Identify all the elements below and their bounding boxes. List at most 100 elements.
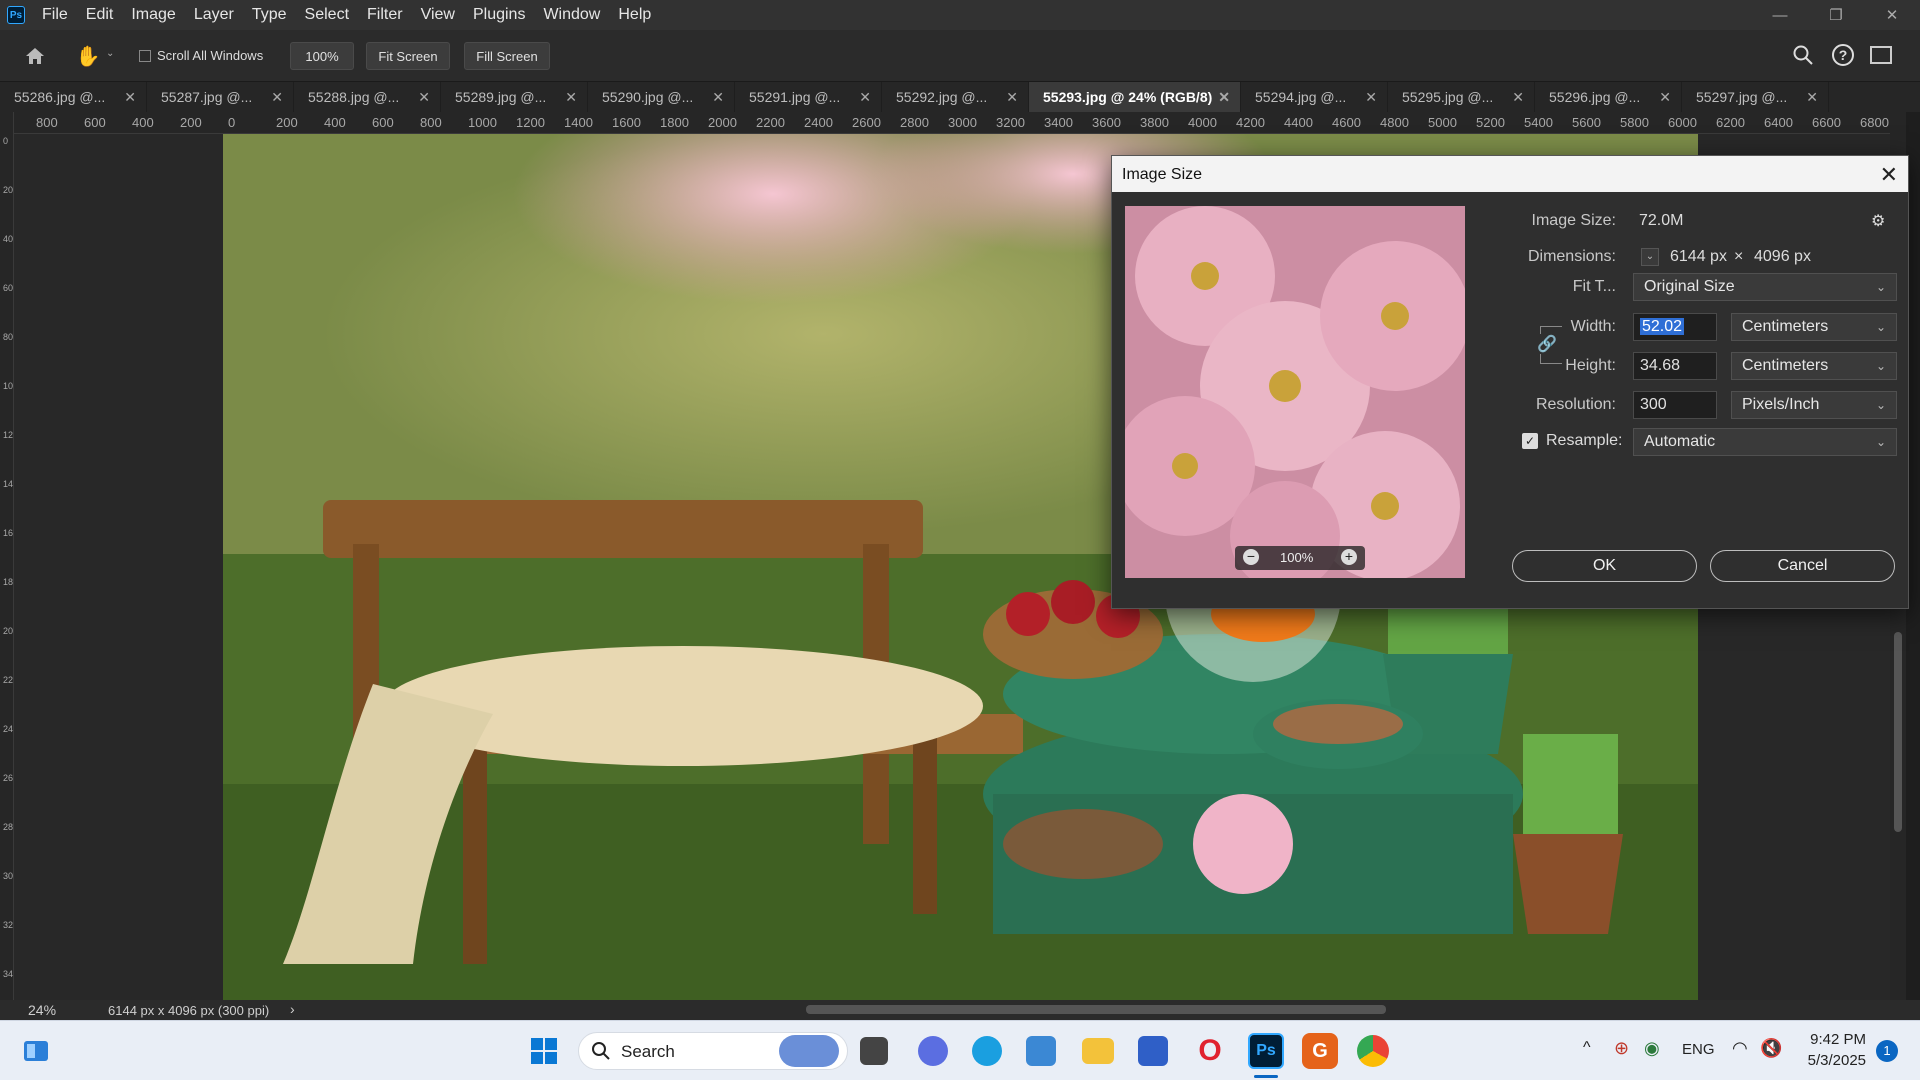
hand-tool-icon[interactable]: ✋: [74, 42, 102, 70]
hruler-tick-label: 4800: [1380, 115, 1409, 130]
chevron-up-icon[interactable]: ^: [1583, 1039, 1591, 1057]
chevron-down-icon[interactable]: ⌄: [106, 48, 114, 59]
menu-help[interactable]: Help: [609, 6, 660, 24]
help-icon[interactable]: ?: [1832, 44, 1854, 66]
menu-filter[interactable]: Filter: [358, 6, 412, 24]
search-icon[interactable]: [1792, 44, 1814, 72]
home-icon[interactable]: [20, 42, 50, 70]
task-view-icon[interactable]: [860, 1037, 888, 1065]
notification-badge[interactable]: 1: [1876, 1040, 1898, 1062]
zoom-out-icon[interactable]: −: [1243, 549, 1259, 565]
tab-close-icon[interactable]: ✕: [859, 89, 871, 106]
resolution-input[interactable]: 300: [1633, 391, 1717, 419]
cancel-button[interactable]: Cancel: [1710, 550, 1895, 582]
fit-to-select[interactable]: Original Size ⌄: [1633, 273, 1897, 301]
workspace-icon[interactable]: [1870, 46, 1892, 64]
resample-select[interactable]: Automatic ⌄: [1633, 428, 1897, 456]
constrain-link-icon[interactable]: 🔗: [1537, 334, 1557, 354]
tab-55293-active[interactable]: 55293.jpg @ 24% (RGB/8) ✕: [1029, 82, 1241, 112]
chrome-icon[interactable]: [1357, 1035, 1389, 1067]
tab-close-icon[interactable]: ✕: [1806, 89, 1818, 106]
tab-55289[interactable]: 55289.jpg @... ✕: [441, 82, 588, 112]
tab-label: 55288.jpg @...: [308, 89, 400, 105]
language-indicator[interactable]: ENG: [1682, 1041, 1715, 1058]
dimensions-unit-chevron-icon[interactable]: ⌄: [1641, 248, 1659, 266]
tab-55291[interactable]: 55291.jpg @... ✕: [735, 82, 882, 112]
status-chevron-icon[interactable]: ›: [290, 1001, 295, 1017]
document-info[interactable]: 6144 px x 4096 px (300 ppi): [108, 1003, 269, 1018]
gear-icon[interactable]: ⚙: [1871, 211, 1885, 231]
search-box[interactable]: Search: [578, 1032, 848, 1070]
windows-start-icon[interactable]: [526, 1033, 562, 1069]
tab-55290[interactable]: 55290.jpg @... ✕: [588, 82, 735, 112]
menu-image[interactable]: Image: [122, 6, 184, 24]
restore-icon[interactable]: ❐: [1808, 0, 1864, 30]
minimize-icon[interactable]: —: [1752, 0, 1808, 30]
tab-close-icon[interactable]: ✕: [1365, 89, 1377, 106]
snipping-tool-icon[interactable]: [1026, 1036, 1056, 1066]
zoom-100-button[interactable]: 100%: [290, 42, 354, 70]
volume-muted-icon[interactable]: 🔇: [1760, 1038, 1782, 1059]
tab-close-icon[interactable]: ✕: [1659, 89, 1671, 106]
tab-55297[interactable]: 55297.jpg @... ✕: [1682, 82, 1829, 112]
menu-file[interactable]: File: [33, 6, 77, 24]
horizontal-ruler[interactable]: 800 600 400 200 0 200 400 600 800 1000 1200 1400 160…: [14, 112, 1890, 134]
menu-plugins[interactable]: Plugins: [464, 6, 534, 24]
widgets-icon[interactable]: [18, 1033, 54, 1069]
vpn-icon[interactable]: ⊕: [1614, 1038, 1629, 1059]
horizontal-scroll-thumb[interactable]: [806, 1005, 1386, 1014]
clock-date[interactable]: 5/3/2025: [1796, 1052, 1866, 1069]
zoom-level[interactable]: 24%: [28, 1002, 56, 1018]
tab-close-icon[interactable]: ✕: [1512, 89, 1524, 106]
wifi-icon[interactable]: ◠: [1732, 1038, 1748, 1059]
tab-close-icon[interactable]: ✕: [1006, 89, 1018, 106]
height-unit-select[interactable]: Centimeters ⌄: [1731, 352, 1897, 380]
preview-image[interactable]: − 100% +: [1125, 206, 1465, 578]
tab-55288[interactable]: 55288.jpg @... ✕: [294, 82, 441, 112]
tab-55287[interactable]: 55287.jpg @... ✕: [147, 82, 294, 112]
tray-app-icon[interactable]: ◉: [1644, 1038, 1660, 1059]
search-highlight-image: [779, 1035, 839, 1067]
photoshop-taskbar-icon[interactable]: Ps: [1248, 1033, 1284, 1069]
resolution-unit-select[interactable]: Pixels/Inch ⌄: [1731, 391, 1897, 419]
photoshop-app-icon[interactable]: Ps: [7, 6, 25, 24]
g-app-icon[interactable]: G: [1302, 1033, 1338, 1069]
fit-screen-button[interactable]: Fit Screen: [366, 42, 450, 70]
menu-layer[interactable]: Layer: [185, 6, 243, 24]
clock-time[interactable]: 9:42 PM: [1806, 1031, 1866, 1048]
file-explorer-icon[interactable]: [1082, 1038, 1114, 1064]
scroll-all-checkbox[interactable]: [139, 50, 151, 62]
menu-view[interactable]: View: [412, 6, 464, 24]
vertical-ruler[interactable]: 0 200 400 600 800 1000 1200 1400 1600 1800 2000 220…: [0, 112, 14, 1000]
tab-close-icon[interactable]: ✕: [418, 89, 430, 106]
chat-app-icon[interactable]: [918, 1036, 948, 1066]
width-unit-select[interactable]: Centimeters ⌄: [1731, 313, 1897, 341]
edge-browser-icon[interactable]: [972, 1036, 1002, 1066]
resample-checkbox[interactable]: ✓: [1522, 433, 1538, 449]
opera-icon[interactable]: O: [1192, 1033, 1228, 1069]
tab-55295[interactable]: 55295.jpg @... ✕: [1388, 82, 1535, 112]
scroll-thumb[interactable]: [1894, 632, 1902, 832]
zoom-in-icon[interactable]: +: [1341, 549, 1357, 565]
close-window-icon[interactable]: ✕: [1864, 0, 1920, 30]
height-input[interactable]: 34.68: [1633, 352, 1717, 380]
menu-window[interactable]: Window: [534, 6, 609, 24]
menu-type[interactable]: Type: [243, 6, 296, 24]
ok-button[interactable]: OK: [1512, 550, 1697, 582]
fill-screen-button[interactable]: Fill Screen: [464, 42, 550, 70]
tab-close-icon[interactable]: ✕: [124, 89, 136, 106]
store-icon[interactable]: [1138, 1036, 1168, 1066]
menu-select[interactable]: Select: [296, 6, 358, 24]
tab-55296[interactable]: 55296.jpg @... ✕: [1535, 82, 1682, 112]
tab-close-icon[interactable]: ✕: [565, 89, 577, 106]
tab-label: 55295.jpg @...: [1402, 89, 1494, 105]
tab-close-icon[interactable]: ✕: [1218, 89, 1230, 106]
tab-close-icon[interactable]: ✕: [271, 89, 283, 106]
tab-55292[interactable]: 55292.jpg @... ✕: [882, 82, 1029, 112]
tab-55294[interactable]: 55294.jpg @... ✕: [1241, 82, 1388, 112]
tab-55286[interactable]: 55286.jpg @... ✕: [0, 82, 147, 112]
width-input[interactable]: 52.02: [1633, 313, 1717, 341]
tab-close-icon[interactable]: ✕: [712, 89, 724, 106]
menu-edit[interactable]: Edit: [77, 6, 123, 24]
close-icon[interactable]: ✕: [1880, 162, 1898, 188]
